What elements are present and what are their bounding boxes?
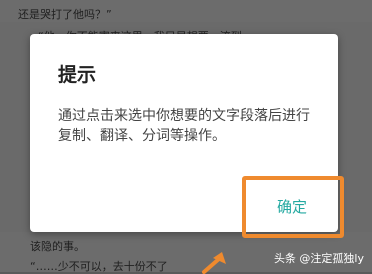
document-line: 还是哭打了他吗？” — [18, 8, 112, 21]
dialog-title: 提示 — [58, 64, 97, 86]
document-line: 该隐的事。 — [30, 240, 85, 253]
pointer-arrow-icon — [202, 252, 226, 274]
watermark: 头条 @注定孤独ly — [273, 252, 364, 265]
ok-button[interactable]: 确定 — [252, 192, 332, 222]
tip-dialog: 提示 通过点击来选中你想要的文字段落后进行复制、翻译、分词等操作。 确定 — [30, 34, 344, 238]
dialog-message: 通过点击来选中你想要的文字段落后进行复制、翻译、分词等操作。 — [58, 108, 310, 144]
